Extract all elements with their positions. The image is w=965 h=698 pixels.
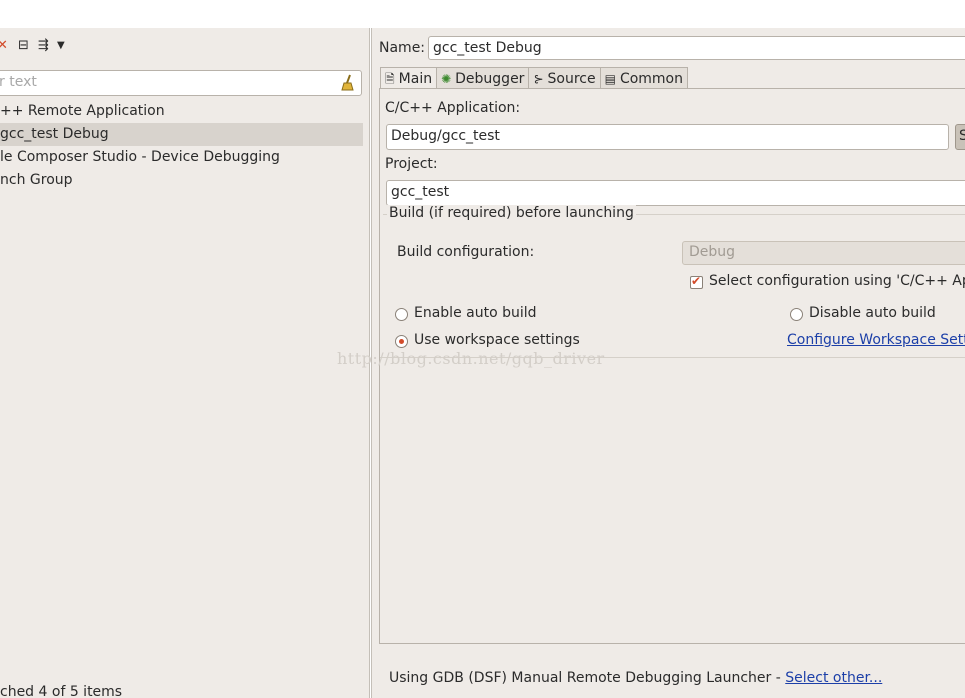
tab-debugger[interactable]: ✺ Debugger <box>436 67 530 89</box>
filter-input[interactable]: r text <box>0 70 362 96</box>
launcher-info: Using GDB (DSF) Manual Remote Debugging … <box>389 670 882 686</box>
app-label: C/C++ Application: <box>385 100 521 116</box>
disable-auto-build-label: Disable auto build <box>809 305 936 321</box>
tab-main[interactable]: 🗎 Main <box>380 67 438 89</box>
use-workspace-label: Use workspace settings <box>414 332 580 348</box>
tab-source-label: Source <box>547 70 596 87</box>
config-tree: ++ Remote Application gcc_test Debug le … <box>0 100 363 192</box>
select-other-link[interactable]: Select other... <box>785 670 882 686</box>
source-icon: ⊱ <box>533 71 544 86</box>
collapse-all-icon[interactable]: ⊟ <box>18 38 29 54</box>
chevron-down-icon[interactable]: ▼ <box>57 38 65 54</box>
name-field[interactable]: gcc_test Debug <box>428 36 965 60</box>
launcher-text: Using GDB (DSF) Manual Remote Debugging … <box>389 670 786 686</box>
tab-common[interactable]: ▤ Common <box>599 67 688 89</box>
tree-item[interactable]: ++ Remote Application <box>0 100 363 123</box>
project-label: Project: <box>385 156 438 172</box>
tab-bar: 🗎 Main ✺ Debugger ⊱ Source ▤ Common <box>380 67 688 89</box>
name-label: Name: <box>379 40 426 56</box>
configure-workspace-link[interactable]: Configure Workspace Settin <box>787 332 965 348</box>
search-project-button[interactable]: S <box>955 124 965 150</box>
build-config-select[interactable]: Debug <box>682 241 965 265</box>
select-config-label: Select configuration using 'C/C++ Appli <box>709 273 965 289</box>
bug-icon: ✺ <box>441 71 452 86</box>
page-icon: 🗎 <box>385 71 395 86</box>
build-config-label: Build configuration: <box>397 244 535 260</box>
tree-item-selected[interactable]: gcc_test Debug <box>0 123 363 146</box>
use-workspace-radio[interactable] <box>395 335 408 348</box>
common-icon: ▤ <box>604 71 616 86</box>
build-group-title: Build (if required) before launching <box>387 205 636 221</box>
enable-auto-build-radio[interactable] <box>395 308 408 321</box>
tree-item[interactable]: nch Group <box>0 169 363 192</box>
clear-filter-icon[interactable] <box>341 74 355 92</box>
enable-auto-build-label: Enable auto build <box>414 305 537 321</box>
watermark: http://blog.csdn.net/gqb_driver <box>337 349 605 368</box>
filter-placeholder: r text <box>0 74 37 90</box>
application-field[interactable]: Debug/gcc_test <box>386 124 949 150</box>
project-field[interactable]: gcc_test <box>386 180 965 206</box>
tab-source[interactable]: ⊱ Source <box>528 67 601 89</box>
left-toolbar: ✕ ⊟ ⇶ ▼ <box>0 36 369 58</box>
tree-item[interactable]: le Composer Studio - Device Debugging <box>0 146 363 169</box>
disable-auto-build-radio[interactable] <box>790 308 803 321</box>
delete-icon[interactable]: ✕ <box>0 38 8 54</box>
filter-icon[interactable]: ⇶ <box>38 38 49 54</box>
select-config-checkbox[interactable] <box>690 274 703 289</box>
tab-main-label: Main <box>398 70 433 87</box>
tab-debugger-label: Debugger <box>455 70 525 87</box>
launch-config-list-panel: ✕ ⊟ ⇶ ▼ r text ++ Remote Application gcc… <box>0 28 370 698</box>
tab-common-label: Common <box>619 70 683 87</box>
filter-status: ched 4 of 5 items <box>0 684 123 698</box>
